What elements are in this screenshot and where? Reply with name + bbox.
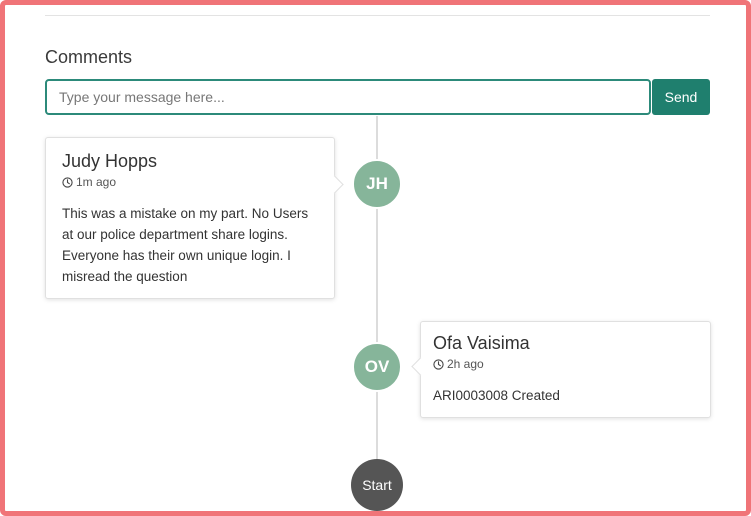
clock-icon (433, 358, 444, 370)
top-divider (45, 15, 710, 16)
avatar: OV (352, 342, 402, 392)
card-pointer (325, 175, 344, 194)
comment-card: Judy Hopps 1m ago This was a mistake on … (45, 137, 344, 299)
comment-author: Judy Hopps (62, 151, 158, 171)
comment-meta: 2h ago (433, 357, 698, 371)
comments-title: Comments (45, 47, 133, 67)
send-button[interactable]: Send (652, 79, 710, 115)
clock-icon (62, 176, 73, 188)
comment-time: 1m ago (76, 175, 117, 189)
screenshot-frame: Comments Send Judy Hopps 1m ago This was… (0, 0, 751, 516)
comment-message: ARI0003008 Created (433, 388, 560, 403)
comment-author: Ofa Vaisima (433, 333, 530, 353)
comment-meta: 1m ago (62, 175, 318, 189)
comment-input[interactable] (45, 79, 651, 115)
comment-message: This was a mistake on my part. No Users … (62, 206, 309, 284)
card-pointer (411, 357, 430, 376)
comment-time: 2h ago (447, 357, 484, 371)
avatar: JH (352, 159, 402, 209)
timeline-start-node: Start (351, 459, 403, 511)
comment-card: Ofa Vaisima 2h ago ARI0003008 Created (411, 321, 711, 418)
